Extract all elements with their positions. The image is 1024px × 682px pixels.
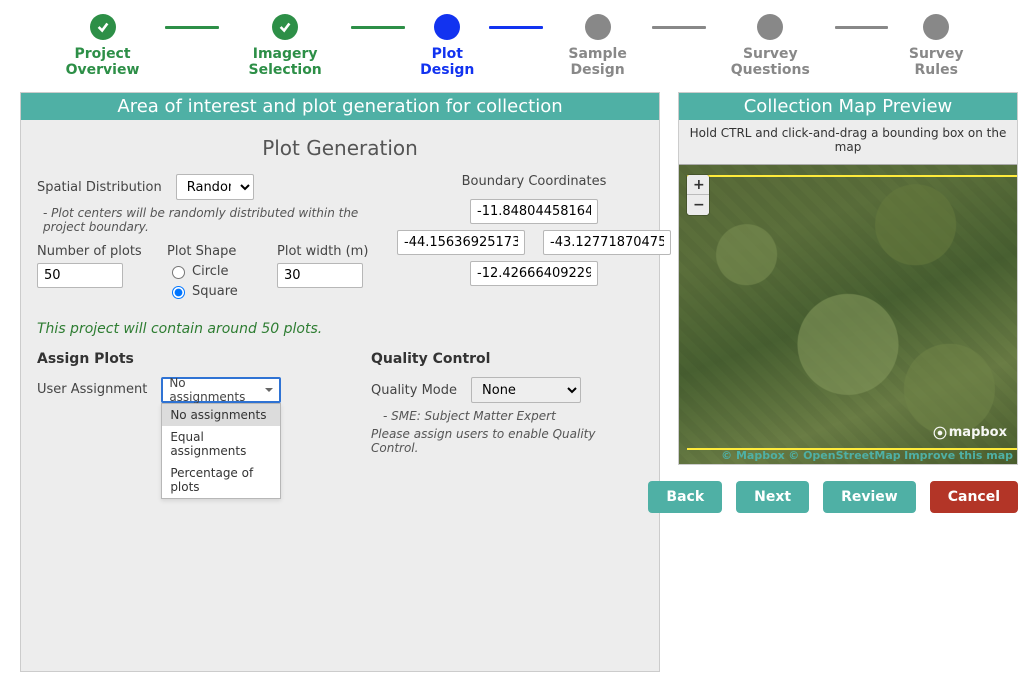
map-instructions: Hold CTRL and click-and-drag a bounding … xyxy=(679,120,1017,164)
step-project-overview[interactable]: Project Overview xyxy=(40,14,165,78)
step-label: Survey Questions xyxy=(706,46,835,78)
step-label: Sample Design xyxy=(543,46,652,78)
plot-shape-circle[interactable]: Circle xyxy=(167,263,257,279)
check-icon xyxy=(90,14,116,40)
sme-hint: - SME: Subject Matter Expert xyxy=(371,409,643,423)
mapbox-logo: mapbox xyxy=(933,425,1007,440)
boundary-south-input[interactable] xyxy=(470,261,598,286)
plot-width-input[interactable] xyxy=(277,263,363,288)
quality-mode-label: Quality Mode xyxy=(371,383,457,398)
boundary-coordinates-label: Boundary Coordinates xyxy=(397,174,671,189)
step-label: Imagery Selection xyxy=(219,46,352,78)
step-survey-questions[interactable]: Survey Questions xyxy=(706,14,835,78)
number-of-plots-label: Number of plots xyxy=(37,244,147,259)
plot-width-label: Plot width (m) xyxy=(277,244,377,259)
boundary-north-input[interactable] xyxy=(470,199,598,224)
zoom-out-button[interactable]: − xyxy=(687,195,709,215)
map-preview-panel: Collection Map Preview Hold CTRL and cli… xyxy=(678,92,1018,465)
step-connector xyxy=(165,26,219,29)
user-assignment-options: No assignments Equal assignments Percent… xyxy=(161,403,281,499)
option-no-assignments[interactable]: No assignments xyxy=(162,404,280,426)
check-icon xyxy=(272,14,298,40)
wizard-footer-buttons: Back Next Review Cancel xyxy=(678,465,1018,519)
plot-shape-label: Plot Shape xyxy=(167,244,257,259)
spatial-distribution-hint: - Plot centers will be randomly distribu… xyxy=(37,206,377,234)
plot-design-panel: Area of interest and plot generation for… xyxy=(20,92,660,672)
step-connector xyxy=(351,26,405,29)
spatial-distribution-select[interactable]: Random xyxy=(176,174,254,200)
cancel-button[interactable]: Cancel xyxy=(930,481,1018,513)
zoom-controls: + − xyxy=(687,175,709,215)
step-connector xyxy=(489,26,543,29)
step-label: Project Overview xyxy=(40,46,165,78)
step-imagery-selection[interactable]: Imagery Selection xyxy=(219,14,352,78)
review-button[interactable]: Review xyxy=(823,481,916,513)
step-circle xyxy=(923,14,949,40)
step-survey-rules[interactable]: Survey Rules xyxy=(888,14,984,78)
option-equal-assignments[interactable]: Equal assignments xyxy=(162,426,280,462)
user-assignment-select[interactable]: No assignments xyxy=(161,377,281,403)
number-of-plots-input[interactable] xyxy=(37,263,123,288)
step-circle xyxy=(434,14,460,40)
step-sample-design[interactable]: Sample Design xyxy=(543,14,652,78)
right-panel-header: Collection Map Preview xyxy=(679,93,1017,120)
step-circle xyxy=(585,14,611,40)
user-assignment-label: User Assignment xyxy=(37,382,147,397)
attribution-mapbox-link[interactable]: © Mapbox xyxy=(721,449,785,462)
mapbox-icon xyxy=(933,426,947,440)
next-button[interactable]: Next xyxy=(736,481,809,513)
step-label: Plot Design xyxy=(405,46,489,78)
map-canvas[interactable]: + − mapbox © Mapbox © OpenStreetMap Impr… xyxy=(679,164,1017,464)
spatial-distribution-label: Spatial Distribution xyxy=(37,180,162,195)
quality-control-warning: Please assign users to enable Quality Co… xyxy=(371,427,643,455)
step-connector xyxy=(835,26,889,29)
map-attribution: © Mapbox © OpenStreetMap Improve this ma… xyxy=(687,447,1017,464)
attribution-osm-link[interactable]: © OpenStreetMap xyxy=(788,449,900,462)
left-panel-header: Area of interest and plot generation for… xyxy=(21,93,659,120)
attribution-improve-link[interactable]: Improve this map xyxy=(904,449,1013,462)
plot-shape-square[interactable]: Square xyxy=(167,283,257,299)
step-connector xyxy=(652,26,706,29)
plot-summary: This project will contain around 50 plot… xyxy=(37,321,643,337)
boundary-west-input[interactable] xyxy=(397,230,525,255)
step-label: Survey Rules xyxy=(888,46,984,78)
assign-plots-heading: Assign Plots xyxy=(37,351,347,367)
boundary-east-input[interactable] xyxy=(543,230,671,255)
quality-mode-select[interactable]: None xyxy=(471,377,581,403)
option-percentage-of-plots[interactable]: Percentage of plots xyxy=(162,462,280,498)
back-button[interactable]: Back xyxy=(648,481,722,513)
step-circle xyxy=(757,14,783,40)
zoom-in-button[interactable]: + xyxy=(687,175,709,195)
bbox-line-top xyxy=(687,175,1017,177)
step-plot-design[interactable]: Plot Design xyxy=(405,14,489,78)
quality-control-heading: Quality Control xyxy=(371,351,643,367)
wizard-stepper: Project Overview Imagery Selection Plot … xyxy=(0,0,1024,82)
chevron-down-icon xyxy=(265,388,273,396)
section-title: Plot Generation xyxy=(37,136,643,160)
